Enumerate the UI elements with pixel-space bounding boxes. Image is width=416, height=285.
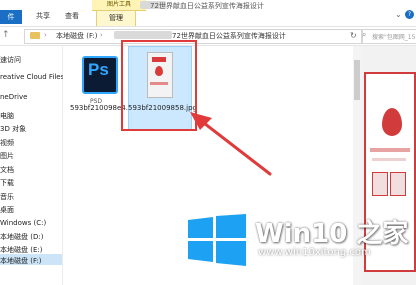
sidebar-item-drive-f[interactable]: 本地磁盘 (F:) (0, 256, 42, 266)
folder-icon (30, 32, 40, 39)
watermark-title: Win10 之家 (255, 219, 409, 249)
breadcrumb-redaction (114, 31, 172, 39)
windows-logo-icon (188, 214, 246, 266)
tab-share[interactable]: 共享 (36, 11, 50, 21)
sidebar-item-music[interactable]: 音乐 (0, 192, 14, 202)
search-icon: ⌕ (362, 30, 367, 39)
sidebar-item-creative-cloud[interactable]: reative Cloud Files (0, 73, 64, 81)
sidebar-item-this-pc[interactable]: 电脑 (0, 111, 14, 121)
poster-detail (390, 172, 406, 196)
scrollbar-thumb[interactable] (354, 60, 360, 100)
breadcrumb-drive[interactable]: 本地磁盘 (F:) (56, 31, 98, 41)
up-arrow-icon[interactable]: ↑ (2, 30, 10, 40)
sidebar-item-documents[interactable]: 文档 (0, 165, 14, 175)
sidebar-item-drive-e[interactable]: 本地磁盘 (E:) (0, 245, 42, 255)
sidebar-item-downloads[interactable]: 下载 (0, 178, 14, 188)
breadcrumb-separator-icon: › (100, 31, 103, 39)
sidebar-item-pictures[interactable]: 图片 (0, 151, 14, 161)
breadcrumb-separator-icon: › (44, 31, 47, 39)
sidebar-item-quick-access[interactable]: 速访问 (0, 55, 21, 65)
poster-detail (372, 158, 406, 161)
search-placeholder: 搜索"包图网_15 (372, 34, 416, 41)
sidebar-item-drive-d[interactable]: 本地磁盘 (D:) (0, 232, 43, 242)
tab-manage[interactable]: 管理 (96, 10, 136, 26)
annotation-arrow-icon (190, 112, 272, 176)
photoshop-icon-letters: Ps (88, 60, 109, 79)
window-title: 72世界献血日公益系列宣传海报设计 (150, 2, 264, 10)
sidebar-item-videos[interactable]: 视频 (0, 138, 14, 148)
poster-detail (370, 148, 410, 152)
chevron-down-icon[interactable]: ⌄ (395, 10, 402, 19)
watermark-url: www.win10xitong.com (258, 247, 371, 258)
poster-detail (372, 172, 388, 196)
tab-view[interactable]: 查看 (65, 11, 79, 21)
tab-file[interactable]: 件 (0, 10, 22, 24)
sidebar-item-3d-objects[interactable]: 3D 对象 (0, 124, 26, 134)
refresh-icon[interactable]: ↻ (350, 31, 357, 40)
sidebar-item-desktop[interactable]: 桌面 (0, 205, 14, 215)
help-icon[interactable]: ? (405, 10, 414, 19)
sidebar-item-onedrive[interactable]: neDrive (0, 93, 27, 101)
blood-drop-icon (382, 108, 402, 136)
sidebar-item-drive-c[interactable]: Windows (C:) (0, 219, 46, 227)
